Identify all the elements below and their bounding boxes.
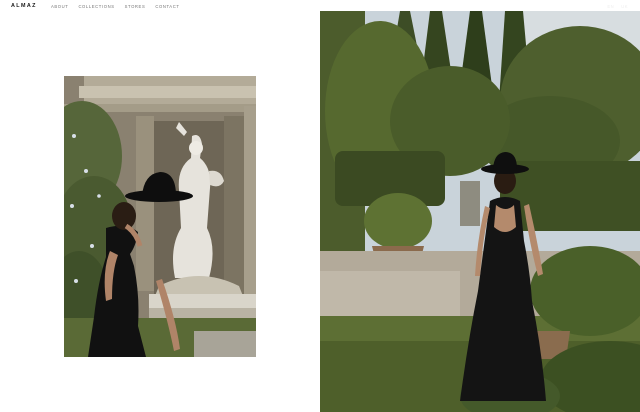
nav-contact-link[interactable]: CONTACT <box>155 4 179 9</box>
gallery-photo-statue <box>64 76 256 357</box>
gallery-photo-garden <box>320 11 640 412</box>
language-switcher: EN UK <box>607 4 628 9</box>
nav-about-link[interactable]: ABOUT <box>51 4 68 9</box>
lang-uk-link[interactable]: UK <box>621 4 628 9</box>
nav-collections-link[interactable]: COLLECTIONS <box>78 4 114 9</box>
main-nav: ABOUT COLLECTIONS STORES CONTACT <box>51 4 179 9</box>
lang-en-link[interactable]: EN <box>607 4 614 9</box>
brand-logo[interactable]: ALMAZ <box>11 3 37 9</box>
nav-stores-link[interactable]: STORES <box>125 4 146 9</box>
garden-photo-image <box>320 11 640 412</box>
statue-photo-image <box>64 76 256 357</box>
